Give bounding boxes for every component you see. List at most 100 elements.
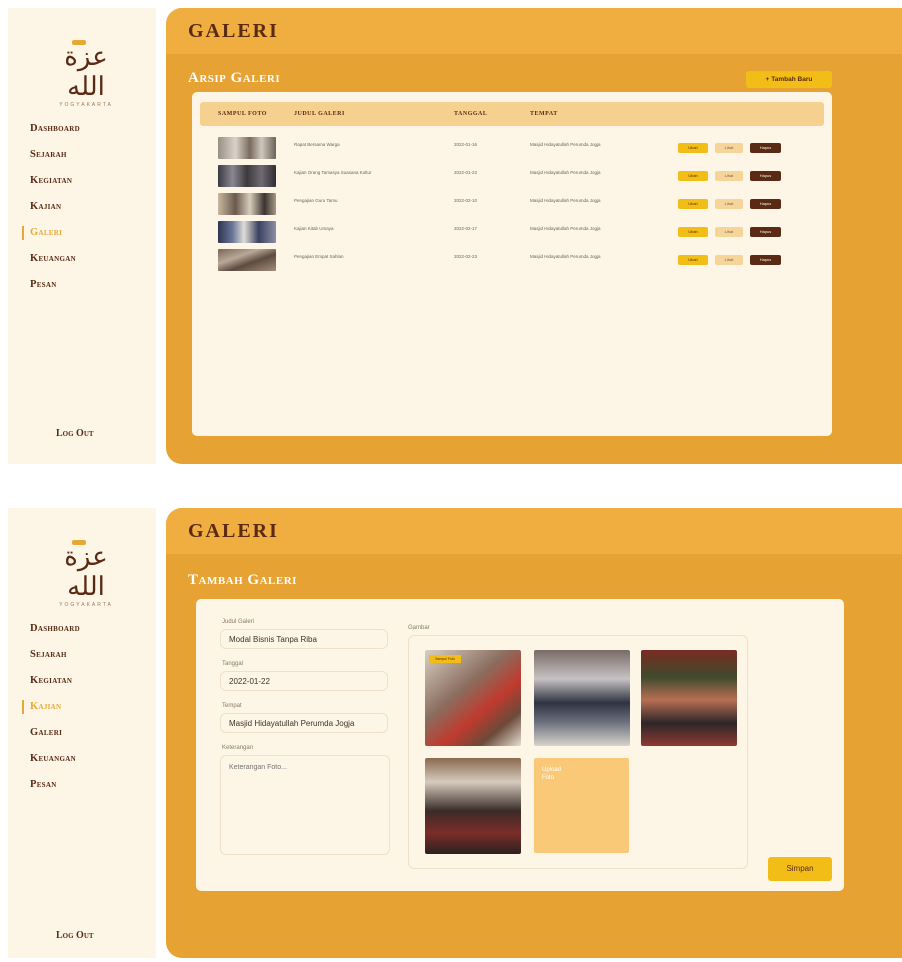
logo-accent — [72, 540, 86, 545]
edit-button[interactable]: Ubah — [678, 171, 708, 181]
delete-button[interactable]: Hapus — [750, 255, 781, 265]
gallery-photo[interactable] — [534, 650, 630, 746]
delete-button[interactable]: Hapus — [750, 143, 781, 153]
upload-photo-button[interactable]: Upload Foto — [534, 758, 629, 853]
gallery-photo[interactable] — [425, 758, 521, 854]
gallery-place: Masjid Hidayatullah Perumda Jogja — [530, 142, 601, 147]
table-row: Rapat Bersama Warga 2022-01-16 Masjid Hi… — [200, 136, 824, 160]
logo-subtitle: YOGYAKARTA — [59, 102, 113, 108]
sidebar-item-pesan[interactable]: Pesan — [30, 772, 80, 798]
cover-photo-badge: Sampul Foto — [429, 655, 461, 663]
edit-button[interactable]: Ubah — [678, 143, 708, 153]
gallery-date: 2022-02-17 — [454, 226, 478, 231]
logo: عزة الله YOGYAKARTA — [48, 540, 124, 608]
gallery-field-label: Gambar — [408, 625, 430, 631]
logo-accent — [72, 40, 86, 45]
view-button[interactable]: Lihat — [715, 143, 743, 153]
sidebar-item-dashboard[interactable]: Dashboard — [30, 616, 80, 642]
gallery-date: 2022-01-16 — [454, 142, 478, 147]
cover-thumbnail — [218, 249, 276, 271]
gallery-title: Kajian Kitab Umaya — [294, 226, 334, 231]
place-field-label: Tempat — [222, 703, 242, 709]
view-button[interactable]: Lihat — [715, 227, 743, 237]
gallery-place: Masjid Hidayatullah Perumda Jogja — [530, 170, 601, 175]
logout-link[interactable]: Log Out — [56, 930, 94, 941]
gallery-title: Rapat Bersama Warga — [294, 142, 340, 147]
table-row: Pengajian Guru Tamu 2022-02-10 Masjid Hi… — [200, 192, 824, 216]
logo-subtitle: YOGYAKARTA — [59, 602, 113, 608]
gallery-title: Pengajian Empat Sahlan — [294, 254, 344, 259]
gallery-place: Masjid Hidayatullah Perumda Jogja — [530, 226, 601, 231]
cover-thumbnail — [218, 193, 276, 215]
main-panel: GALERI Tambah Galeri Judul Galeri Tangga… — [166, 508, 902, 958]
gallery-photo[interactable]: Sampul Foto — [425, 650, 521, 746]
delete-button[interactable]: Hapus — [750, 227, 781, 237]
view-button[interactable]: Lihat — [715, 255, 743, 265]
gallery-title: Kajian Orang Tamasya Suasana Kultur — [294, 170, 372, 175]
logout-link[interactable]: Log Out — [56, 428, 94, 439]
sidebar: عزة الله YOGYAKARTA Dashboard Sejarah Ke… — [8, 8, 156, 464]
view-button[interactable]: Lihat — [715, 171, 743, 181]
cover-thumbnail — [218, 137, 276, 159]
sidebar-item-keuangan[interactable]: Keuangan — [30, 246, 80, 272]
cover-thumbnail — [218, 165, 276, 187]
gallery-place: Masjid Hidayatullah Perumda Jogja — [530, 254, 601, 259]
gallery-date: 2022-01-23 — [454, 170, 478, 175]
column-header-date: TANGGAL — [454, 111, 488, 117]
column-header-cover: SAMPUL FOTO — [218, 111, 267, 117]
add-gallery-button[interactable]: + Tambah Baru — [746, 71, 832, 88]
section-title: Tambah Galeri — [188, 572, 297, 588]
edit-button[interactable]: Ubah — [678, 255, 708, 265]
sidebar-item-kajian[interactable]: Kajian — [22, 694, 80, 720]
description-textarea[interactable] — [220, 755, 390, 855]
add-gallery-form-card: Judul Galeri Tanggal Tempat Keterangan G… — [196, 599, 844, 891]
gallery-date: 2022-02-23 — [454, 254, 478, 259]
gallery-title: Pengajian Guru Tamu — [294, 198, 338, 203]
gallery-archive-screen: عزة الله YOGYAKARTA Dashboard Sejarah Ke… — [8, 8, 902, 464]
header-bar: GALERI — [166, 508, 902, 554]
sidebar-item-sejarah[interactable]: Sejarah — [30, 642, 80, 668]
edit-button[interactable]: Ubah — [678, 227, 708, 237]
cover-thumbnail — [218, 221, 276, 243]
sidebar-item-sejarah[interactable]: Sejarah — [30, 142, 80, 168]
table-header: SAMPUL FOTO JUDUL GALERI TANGGAL TEMPAT — [200, 102, 824, 126]
sidebar-item-keuangan[interactable]: Keuangan — [30, 746, 80, 772]
date-field-label: Tanggal — [222, 661, 244, 667]
section-title: Arsip Galeri — [188, 70, 281, 86]
sidebar: عزة الله YOGYAKARTA Dashboard Sejarah Ke… — [8, 508, 156, 958]
gallery-photo[interactable] — [641, 650, 737, 746]
save-button[interactable]: Simpan — [768, 857, 832, 881]
column-header-title: JUDUL GALERI — [294, 111, 345, 117]
sidebar-item-galeri[interactable]: Galeri — [30, 720, 80, 746]
sidebar-item-kajian[interactable]: Kajian — [30, 194, 80, 220]
add-gallery-screen: عزة الله YOGYAKARTA Dashboard Sejarah Ke… — [8, 508, 902, 958]
sidebar-item-galeri[interactable]: Galeri — [22, 220, 80, 246]
table-row: Kajian Kitab Umaya 2022-02-17 Masjid Hid… — [200, 220, 824, 244]
sidebar-nav: Dashboard Sejarah Kegiatan Kajian Galeri… — [22, 116, 80, 298]
sidebar-item-dashboard[interactable]: Dashboard — [30, 116, 80, 142]
logo: عزة الله YOGYAKARTA — [48, 40, 124, 108]
title-input[interactable] — [220, 629, 388, 649]
table-row: Pengajian Empat Sahlan 2022-02-23 Masjid… — [200, 248, 824, 272]
gallery-date: 2022-02-10 — [454, 198, 478, 203]
date-input[interactable] — [220, 671, 388, 691]
delete-button[interactable]: Hapus — [750, 171, 781, 181]
gallery-place: Masjid Hidayatullah Perumda Jogja — [530, 198, 601, 203]
gallery-photos-box: Sampul Foto Upload Foto — [408, 635, 748, 869]
title-field-label: Judul Galeri — [222, 619, 255, 625]
logo-mark: عزة الله — [64, 542, 108, 602]
place-input[interactable] — [220, 713, 388, 733]
page-title: GALERI — [188, 520, 279, 542]
page-title: GALERI — [188, 20, 279, 42]
sidebar-item-pesan[interactable]: Pesan — [30, 272, 80, 298]
sidebar-nav: Dashboard Sejarah Kegiatan Kajian Galeri… — [22, 616, 80, 798]
sidebar-item-kegiatan[interactable]: Kegiatan — [30, 168, 80, 194]
edit-button[interactable]: Ubah — [678, 199, 708, 209]
header-bar: GALERI — [166, 8, 902, 54]
view-button[interactable]: Lihat — [715, 199, 743, 209]
sidebar-item-kegiatan[interactable]: Kegiatan — [30, 668, 80, 694]
delete-button[interactable]: Hapus — [750, 199, 781, 209]
main-panel: GALERI Arsip Galeri + Tambah Baru SAMPUL… — [166, 8, 902, 464]
table-row: Kajian Orang Tamasya Suasana Kultur 2022… — [200, 164, 824, 188]
column-header-place: TEMPAT — [530, 111, 558, 117]
